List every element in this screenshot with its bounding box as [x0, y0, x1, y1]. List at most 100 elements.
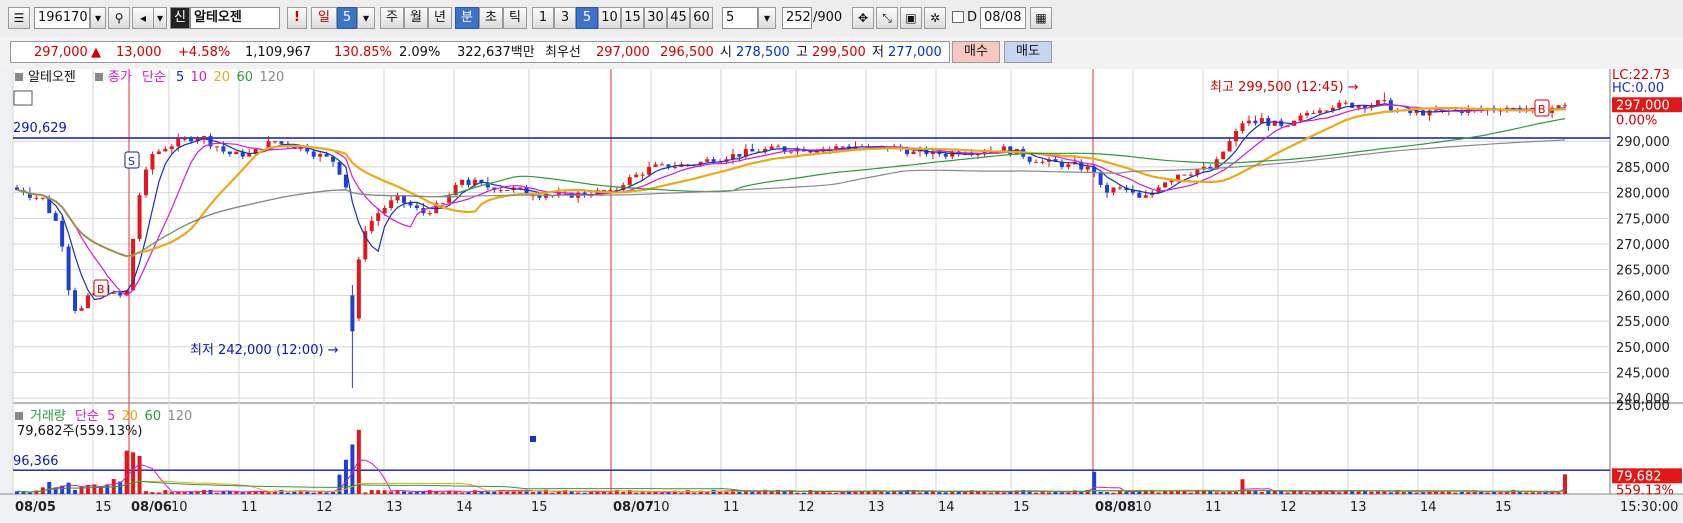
candle-body	[279, 141, 284, 144]
volume-bar	[1047, 492, 1051, 494]
sell-button[interactable]: 매도	[1004, 41, 1052, 63]
volume-bar	[240, 492, 245, 494]
tab-month[interactable]: 월	[404, 7, 428, 29]
volume-bar	[537, 491, 542, 494]
d-checkbox[interactable]	[952, 11, 964, 23]
date-input[interactable]: 08/08	[980, 7, 1026, 29]
volume-bar	[408, 492, 413, 494]
chart-svg[interactable]: 290,000 285,000 280,000 275,000 270,000 265,0…	[0, 68, 1683, 519]
chart-background	[0, 69, 1683, 519]
volume-bar	[679, 492, 684, 494]
hc-label: HC:0.00	[1612, 81, 1664, 96]
interval-select[interactable]: 5	[722, 7, 758, 29]
volume-bar	[1143, 491, 1148, 494]
volume-bar	[608, 492, 613, 494]
candle-body	[1034, 161, 1039, 163]
volume-bar	[389, 491, 394, 494]
speaker-dropdown-icon[interactable]: ▾	[153, 7, 167, 29]
volume-bar	[1253, 490, 1258, 494]
volume-bar	[402, 491, 406, 494]
turnover-rate: 2.09%	[399, 45, 441, 60]
volume-bar	[550, 492, 555, 494]
candle-body	[118, 292, 123, 296]
x-axis-tick-label: 15	[1495, 500, 1512, 515]
volume-bar	[705, 492, 710, 494]
x-axis-time-label: 15:30:00	[1620, 500, 1678, 515]
alert-button[interactable]: !	[287, 7, 307, 29]
grid-toggle-icon	[13, 90, 33, 106]
tab-45min[interactable]: 45	[667, 7, 690, 29]
candle-body	[466, 179, 471, 185]
x-axis-tick-label: 12	[798, 500, 815, 515]
tab-30min[interactable]: 30	[644, 7, 667, 29]
volume-bar	[866, 491, 871, 494]
tab-day[interactable]: 일	[311, 7, 337, 29]
candle-body	[1040, 161, 1045, 163]
speaker-icon[interactable]: ◂	[132, 7, 154, 29]
x-axis-tick-label: 14	[938, 500, 955, 515]
current-price-tag-label: 297,000	[1616, 98, 1670, 113]
gear-icon[interactable]: ✲	[924, 7, 946, 29]
high-annotation: 최고 299,500 (12:45) →	[1210, 80, 1359, 95]
volume-axis-tick-label: 250,000	[1616, 399, 1670, 414]
tab-second[interactable]: 초	[479, 7, 503, 29]
volume-legend-item: 5	[107, 409, 115, 424]
tab-1min[interactable]: 1	[532, 7, 554, 29]
candle-body	[1027, 156, 1032, 162]
volume-legend-item: 20	[122, 409, 139, 424]
stock-code-input[interactable]: 196170	[34, 7, 90, 29]
volume-bar	[1356, 491, 1361, 494]
candle-body	[414, 205, 419, 209]
search-icon[interactable]: ⚲	[108, 7, 130, 29]
volume-tag-label: 79,682	[1616, 469, 1662, 484]
tab-60min[interactable]: 60	[690, 7, 713, 29]
code-dropdown-icon[interactable]: ▾	[90, 7, 106, 29]
x-axis-tick-label: 10	[653, 500, 670, 515]
tab-week[interactable]: 주	[380, 7, 404, 29]
candle-body	[1253, 120, 1258, 124]
volume-bar	[1066, 492, 1071, 494]
line-tool-icon[interactable]: ⤡	[876, 7, 898, 29]
volume-bar	[369, 490, 374, 494]
candle-body	[60, 220, 65, 247]
candle-body	[40, 197, 45, 199]
tab-3min[interactable]: 3	[554, 7, 576, 29]
volume-legend-item: 거래량	[30, 409, 66, 424]
candle-body	[163, 148, 168, 152]
buy-button[interactable]: 매수	[952, 41, 1000, 63]
volume-bar	[1182, 491, 1187, 494]
tab-10min[interactable]: 10	[598, 7, 621, 29]
crosshair-icon[interactable]: ✥	[852, 7, 874, 29]
candle-body	[1066, 164, 1071, 167]
volume-bar	[440, 492, 445, 494]
ma-legend-item: 60	[237, 70, 254, 85]
candle-body	[1305, 112, 1309, 116]
tab-15min[interactable]: 15	[621, 7, 644, 29]
menu-icon[interactable]: ☰	[8, 7, 30, 29]
volume-bar	[1485, 492, 1490, 494]
count-input[interactable]: 252	[782, 7, 812, 29]
volume-bar	[943, 492, 948, 494]
calendar-icon[interactable]: ▦	[1030, 7, 1052, 29]
candle-body	[350, 295, 355, 332]
tab-tick[interactable]: 틱	[503, 7, 527, 29]
candle-body	[505, 190, 510, 192]
interval-dropdown-icon[interactable]: ▾	[758, 7, 776, 29]
volume-bar	[582, 492, 587, 494]
tab-year[interactable]: 년	[428, 7, 452, 29]
stock-name-field[interactable]: 알테오젠	[190, 7, 280, 29]
day-count-dropdown-icon[interactable]: ▾	[357, 7, 375, 29]
tab-minute[interactable]: 분	[455, 7, 479, 29]
candle-body	[156, 151, 161, 155]
tab-5min[interactable]: 5	[576, 7, 598, 29]
candle-body	[234, 151, 239, 155]
save-icon[interactable]: ▣	[900, 7, 922, 29]
tab-day-count[interactable]: 5	[337, 7, 357, 29]
candle-body	[1085, 166, 1090, 170]
volume-bar	[285, 492, 290, 494]
volume-bar	[918, 492, 922, 494]
volume-bar	[660, 492, 664, 494]
volume-bar	[376, 490, 381, 494]
candle-body	[737, 154, 742, 157]
candle-body	[1563, 105, 1567, 107]
